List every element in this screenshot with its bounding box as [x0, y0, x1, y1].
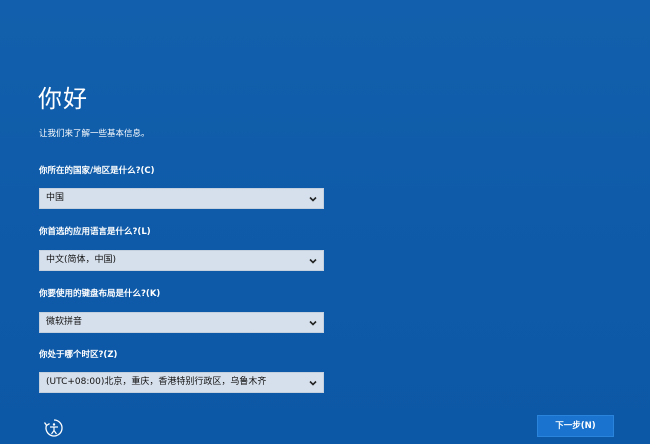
- next-button[interactable]: 下一步(N): [537, 415, 614, 437]
- timezone-label: 你处于哪个时区?(Z): [39, 350, 118, 360]
- setup-screen: 你好 让我们来了解一些基本信息。 你所在的国家/地区是什么?(C) 中国 你首选…: [0, 0, 650, 444]
- chevron-down-icon: [309, 258, 317, 264]
- timezone-select[interactable]: (UTC+08:00)北京，重庆，香港特别行政区，乌鲁木齐: [39, 372, 324, 393]
- page-title: 你好: [38, 85, 88, 113]
- chevron-down-icon: [309, 196, 317, 202]
- language-label: 你首选的应用语言是什么?(L): [39, 227, 151, 237]
- keyboard-select[interactable]: 微软拼音: [39, 312, 324, 333]
- country-select[interactable]: 中国: [39, 188, 324, 209]
- timezone-value: (UTC+08:00)北京，重庆，香港特别行政区，乌鲁木齐: [46, 377, 267, 387]
- ease-of-access-icon[interactable]: [43, 417, 65, 439]
- country-label: 你所在的国家/地区是什么?(C): [39, 166, 155, 176]
- chevron-down-icon: [309, 380, 317, 386]
- keyboard-value: 微软拼音: [46, 317, 83, 327]
- country-value: 中国: [46, 193, 65, 203]
- chevron-down-icon: [309, 320, 317, 326]
- keyboard-label: 你要使用的键盘布局是什么?(K): [39, 289, 161, 299]
- language-select[interactable]: 中文(简体，中国): [39, 250, 324, 271]
- language-value: 中文(简体，中国): [46, 255, 117, 265]
- page-subtitle: 让我们来了解一些基本信息。: [39, 129, 150, 139]
